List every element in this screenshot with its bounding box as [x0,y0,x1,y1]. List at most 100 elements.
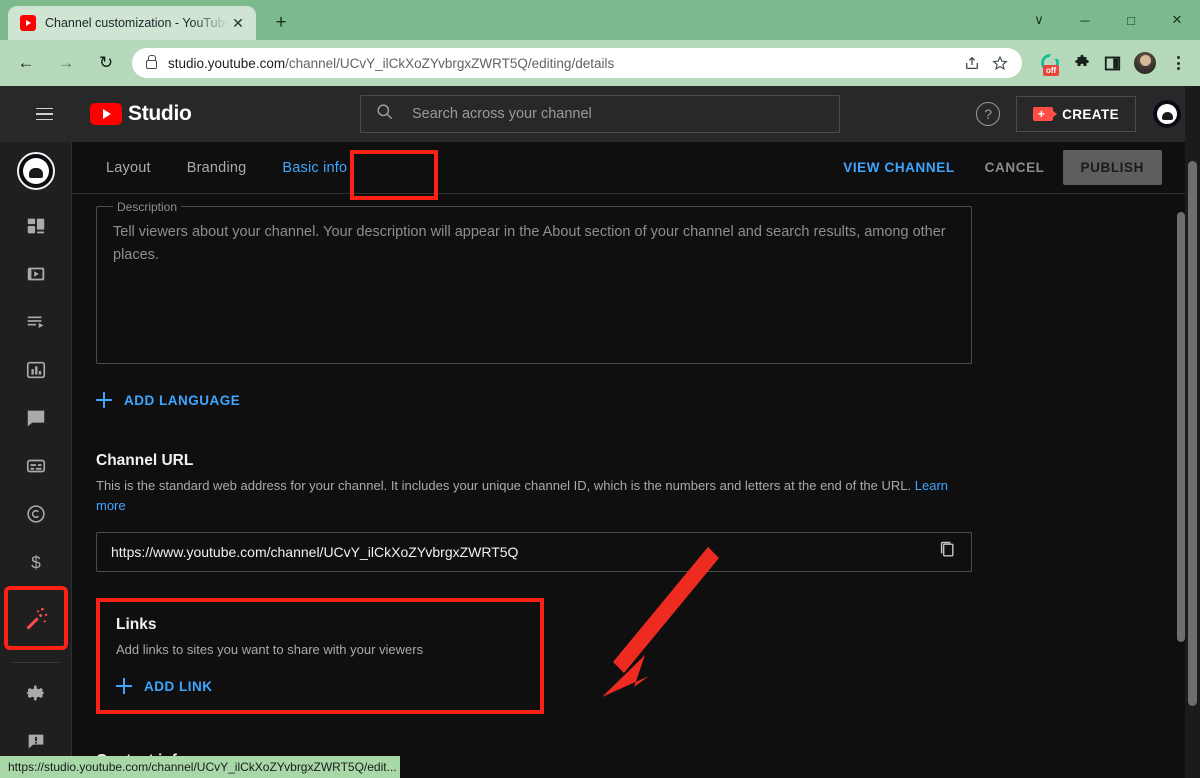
links-section-highlight: Links Add links to sites you want to sha… [96,598,544,714]
studio-sidebar: $ Customization [0,142,72,778]
description-placeholder: Tell viewers about your channel. Your de… [113,221,955,268]
sidebar-item-monetization[interactable]: $ [0,538,72,586]
sidebar-item-settings[interactable] [0,669,72,717]
channel-url-description: This is the standard web address for you… [96,476,976,516]
adblock-off-badge: off [1043,65,1059,76]
settings-scroll-area: Description Tell viewers about your chan… [72,206,1200,778]
sidebar-divider [13,662,59,663]
close-tab-icon[interactable]: ✕ [228,13,248,33]
url-domain: studio.youtube.com [168,56,285,71]
description-field[interactable]: Description Tell viewers about your chan… [96,206,972,364]
close-window-button[interactable]: ✕ [1154,0,1200,40]
links-title: Links [116,616,524,634]
cancel-button[interactable]: CANCEL [973,150,1057,185]
copy-icon[interactable] [937,540,957,565]
youtube-studio-app: Studio Search across your channel ? CREA… [0,86,1200,778]
youtube-favicon [20,15,36,31]
search-placeholder: Search across your channel [412,106,592,122]
plus-icon [116,678,132,694]
browser-window: Channel customization - YouTube Studio ✕… [0,0,1200,778]
search-input[interactable]: Search across your channel [360,95,840,133]
tab-search-icon[interactable]: ∨ [1016,0,1062,40]
sidebar-item-copyright[interactable] [0,490,72,538]
reload-button[interactable]: ↻ [89,46,123,80]
address-bar-url: studio.youtube.com/channel/UCvY_ilCkXoZY… [168,56,614,71]
create-button[interactable]: CREATE [1016,96,1136,132]
plus-icon [96,392,112,408]
studio-header: Studio Search across your channel ? CREA… [0,86,1200,142]
minimize-button[interactable]: ─ [1062,0,1108,40]
channel-url-desc-text: This is the standard web address for you… [96,478,911,493]
back-button[interactable]: ← [9,46,43,80]
create-button-label: CREATE [1062,107,1119,122]
magic-wand-icon [23,605,49,631]
links-description: Add links to sites you want to share wit… [116,640,524,660]
header-actions: ? CREATE [976,96,1182,132]
sidebar-item-customization[interactable] [8,590,64,646]
video-content-icon [25,263,47,285]
dashboard-icon [25,215,47,237]
page-scrollbar-thumb[interactable] [1188,161,1197,706]
channel-url-value: https://www.youtube.com/channel/UCvY_ilC… [111,544,937,560]
sidebar-item-analytics[interactable] [0,346,72,394]
browser-tab[interactable]: Channel customization - YouTube Studio ✕ [8,6,256,40]
maximize-button[interactable]: □ [1108,0,1154,40]
sidebar-item-playlists[interactable] [0,298,72,346]
tab-layout[interactable]: Layout [106,160,151,176]
url-path: /channel/UCvY_ilCkXoZYvbrgxZWRT5Q/editin… [285,56,614,71]
sidebar-item-subtitles[interactable] [0,442,72,490]
playlist-icon [25,311,47,333]
help-icon[interactable]: ? [976,102,1000,126]
page-scrollbar[interactable] [1185,86,1200,778]
adblock-extension-icon[interactable]: off [1040,53,1060,73]
forward-button[interactable]: → [49,46,83,80]
window-controls: ∨ ─ □ ✕ [1016,0,1200,40]
channel-url-input[interactable]: https://www.youtube.com/channel/UCvY_ilC… [96,532,972,572]
sidebar-channel-avatar[interactable] [17,152,55,190]
add-link-label: ADD LINK [144,679,213,694]
share-icon[interactable] [964,55,980,71]
menu-hamburger-icon[interactable] [24,94,64,134]
view-channel-button[interactable]: VIEW CHANNEL [831,150,966,185]
subtitles-icon [25,455,47,477]
extensions-area: off [1030,52,1194,74]
tab-strip: Channel customization - YouTube Studio ✕… [0,0,1200,40]
new-tab-button[interactable]: + [266,7,296,37]
bookmark-star-icon[interactable] [992,55,1008,71]
basic-info-highlight-box [350,150,438,200]
profile-avatar[interactable] [1134,52,1156,74]
section-tabs: Layout Branding Basic info VIEW CHANNEL … [72,142,1200,194]
chrome-menu-icon[interactable] [1169,56,1188,70]
add-link-button[interactable]: ADD LINK [116,678,256,694]
extensions-puzzle-icon[interactable] [1073,54,1091,72]
channel-url-title: Channel URL [96,452,1200,470]
studio-logo[interactable]: Studio [90,102,192,126]
description-label: Description [113,200,181,214]
sidebar-item-dashboard[interactable] [0,202,72,250]
gear-icon [25,682,47,704]
search-icon [375,102,394,126]
publish-button[interactable]: PUBLISH [1063,150,1162,185]
analytics-bar-chart-icon [25,359,47,381]
address-bar[interactable]: studio.youtube.com/channel/UCvY_ilCkXoZY… [132,48,1022,78]
inner-scrollbar-thumb[interactable] [1177,212,1185,642]
copyright-icon [25,503,47,525]
comments-icon [25,407,47,429]
lock-icon [146,60,157,69]
browser-toolbar: ← → ↻ studio.youtube.com/channel/UCvY_il… [0,40,1200,86]
youtube-play-icon [90,103,122,125]
tab-branding[interactable]: Branding [187,160,247,176]
omnibox-actions [964,55,1012,71]
tab-title: Channel customization - YouTube Studio [45,16,228,30]
sidebar-item-comments[interactable] [0,394,72,442]
sidebar-item-content[interactable] [0,250,72,298]
add-language-label: ADD LANGUAGE [124,393,240,408]
tab-basic-info[interactable]: Basic info [282,160,347,176]
account-avatar[interactable] [1152,99,1182,129]
video-camera-icon [1033,107,1053,121]
side-panel-icon[interactable] [1104,55,1121,72]
dollar-icon: $ [25,551,47,573]
feedback-icon [25,730,47,752]
add-language-button[interactable]: ADD LANGUAGE [96,386,282,414]
brand-text: Studio [128,102,192,126]
